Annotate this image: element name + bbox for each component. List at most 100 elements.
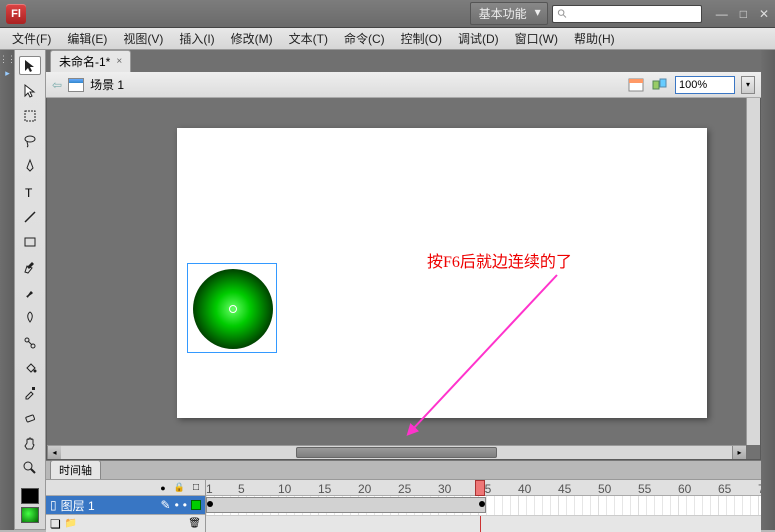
registration-point-icon: [229, 305, 237, 313]
vertical-scrollbar[interactable]: [746, 98, 760, 445]
outline-header-icon[interactable]: □: [193, 482, 199, 493]
menu-item[interactable]: 插入(I): [171, 28, 222, 49]
menu-item[interactable]: 帮助(H): [566, 28, 623, 49]
ruler-mark: 30: [438, 482, 451, 496]
scene-label[interactable]: 场景 1: [90, 76, 124, 93]
maximize-button[interactable]: □: [740, 7, 747, 21]
layer-name: 图层 1: [61, 497, 157, 514]
document-tab-title: 未命名-1*: [59, 53, 110, 70]
layer-visible-dot[interactable]: •: [175, 498, 179, 512]
menu-item[interactable]: 编辑(E): [59, 28, 115, 49]
eyedropper-tool[interactable]: [19, 383, 41, 402]
search-field[interactable]: [552, 5, 702, 23]
paint-bucket-tool[interactable]: [19, 358, 41, 377]
text-tool[interactable]: T: [19, 182, 41, 201]
scroll-right-button[interactable]: ▸: [732, 446, 746, 459]
menu-item[interactable]: 调试(D): [450, 28, 507, 49]
layer-lock-dot[interactable]: •: [183, 498, 187, 512]
frame-strip[interactable]: [206, 496, 761, 516]
zoom-tool[interactable]: [19, 459, 41, 478]
timeline-tab[interactable]: 时间轴: [50, 460, 101, 479]
pencil-tool[interactable]: [19, 257, 41, 276]
menu-bar: 文件(F)编辑(E)视图(V)插入(I)修改(M)文本(T)命令(C)控制(O)…: [0, 28, 775, 50]
app-logo: Fl: [6, 4, 26, 24]
delete-layer-button[interactable]: 🗑: [188, 518, 201, 529]
ruler-mark: 15: [318, 482, 331, 496]
lock-header-icon[interactable]: 🔒: [174, 482, 185, 493]
ruler-mark: 70: [758, 482, 761, 496]
arrow-icon: ▸: [5, 68, 9, 79]
minimize-button[interactable]: —: [716, 7, 728, 21]
layer-type-icon: ▯: [50, 498, 57, 512]
fill-color-swatch[interactable]: [21, 507, 39, 523]
zoom-dropdown-button[interactable]: ▾: [741, 76, 755, 94]
menu-item[interactable]: 控制(O): [393, 28, 450, 49]
layer-pencil-icon: ✎: [161, 498, 171, 512]
eraser-tool[interactable]: [19, 408, 41, 427]
layer-row[interactable]: ▯ 图层 1 ✎ • •: [46, 496, 205, 514]
frame-ruler[interactable]: 1510152025303540455055606570: [206, 480, 761, 496]
bone-tool[interactable]: [19, 333, 41, 352]
pen-tool[interactable]: [19, 157, 41, 176]
zoom-input[interactable]: [675, 76, 735, 94]
edit-scene-button[interactable]: [627, 76, 645, 94]
scroll-left-button[interactable]: ◂: [47, 446, 61, 459]
timeline-panel: 时间轴 ● 🔒 □ ▯ 图层 1 ✎ • •: [46, 460, 761, 530]
horizontal-scrollbar[interactable]: ◂ ▸: [47, 445, 746, 459]
close-tab-icon[interactable]: ×: [116, 56, 122, 67]
annotation-text: 按F6后就边连续的了: [427, 248, 572, 272]
menu-item[interactable]: 命令(C): [336, 28, 393, 49]
ruler-mark: 40: [518, 482, 531, 496]
workspace-switcher[interactable]: 基本功能: [470, 2, 548, 25]
stage[interactable]: [177, 128, 707, 418]
right-collapse-rail[interactable]: [761, 50, 775, 530]
lasso-tool[interactable]: [19, 132, 41, 151]
selection-tool[interactable]: [19, 56, 41, 75]
search-icon: [557, 8, 568, 20]
search-input[interactable]: [568, 8, 697, 20]
expand-icon: ⋮⋮: [0, 54, 15, 65]
menu-item[interactable]: 视图(V): [115, 28, 171, 49]
line-tool[interactable]: [19, 207, 41, 226]
ruler-mark: 5: [238, 482, 245, 496]
edit-symbols-button[interactable]: [651, 76, 669, 94]
ball-symbol[interactable]: [193, 269, 273, 349]
close-button[interactable]: ✕: [759, 7, 769, 21]
stage-area[interactable]: 按F6后就边连续的了 ◂ ▸: [46, 98, 761, 460]
selection-bounding-box[interactable]: [187, 263, 277, 353]
stroke-color-swatch[interactable]: [21, 488, 39, 504]
scene-icon: [68, 78, 84, 92]
rectangle-tool[interactable]: [19, 232, 41, 251]
hand-tool[interactable]: [19, 434, 41, 453]
subselection-tool[interactable]: [19, 81, 41, 100]
new-folder-button[interactable]: 📁: [65, 518, 77, 529]
document-tab[interactable]: 未命名-1* ×: [50, 50, 131, 72]
menu-item[interactable]: 文件(F): [4, 28, 59, 49]
left-collapse-rail[interactable]: ⋮⋮ ▸: [0, 50, 14, 530]
deco-tool[interactable]: [19, 308, 41, 327]
playhead[interactable]: [475, 480, 485, 496]
visibility-header-icon[interactable]: ●: [160, 483, 165, 493]
menu-item[interactable]: 窗口(W): [507, 28, 566, 49]
menu-item[interactable]: 修改(M): [223, 28, 281, 49]
keyframe-dot[interactable]: [479, 501, 485, 507]
brush-tool[interactable]: [19, 283, 41, 302]
free-transform-tool[interactable]: [19, 106, 41, 125]
ruler-mark: 25: [398, 482, 411, 496]
ruler-mark: 1: [206, 482, 213, 496]
ruler-mark: 50: [598, 482, 611, 496]
keyframe-dot[interactable]: [207, 501, 213, 507]
frame-span[interactable]: [206, 497, 486, 513]
tools-panel: T: [14, 50, 46, 530]
ruler-mark: 10: [278, 482, 291, 496]
ruler-mark: 60: [678, 482, 691, 496]
back-arrow-icon[interactable]: ⇦: [52, 78, 62, 92]
layer-outline-swatch[interactable]: [191, 500, 201, 510]
menu-item[interactable]: 文本(T): [281, 28, 336, 49]
new-layer-button[interactable]: ❏: [50, 517, 61, 531]
svg-text:T: T: [25, 186, 33, 200]
ruler-mark: 45: [558, 482, 571, 496]
ruler-mark: 65: [718, 482, 731, 496]
scroll-thumb[interactable]: [296, 447, 497, 458]
ruler-mark: 20: [358, 482, 371, 496]
